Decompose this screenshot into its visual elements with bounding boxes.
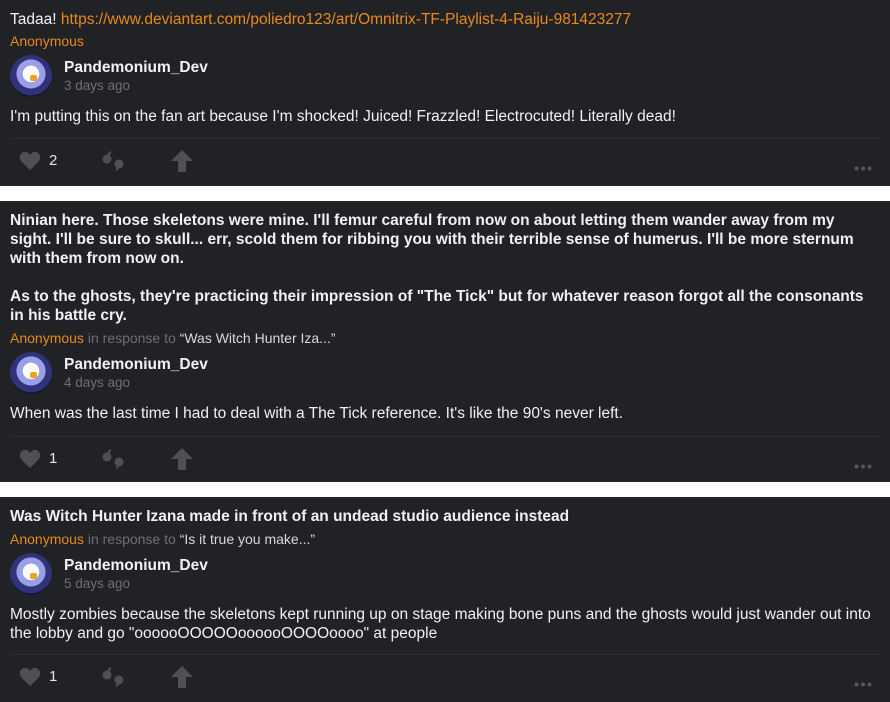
avatar[interactable] <box>10 553 52 595</box>
share-arrow-icon <box>171 665 193 688</box>
more-options-button[interactable] <box>854 674 872 692</box>
timestamp: 4 days ago <box>64 374 131 390</box>
in-response-label: in response to <box>87 531 176 547</box>
more-dots-icon <box>854 464 872 469</box>
asker-line: Anonymous <box>0 32 890 50</box>
question-prefix: Tadaa! <box>10 11 61 28</box>
asker-name: Anonymous <box>10 330 84 346</box>
more-dots-icon <box>854 166 872 171</box>
like-button[interactable]: 2 <box>19 139 57 182</box>
like-count: 2 <box>49 152 58 169</box>
author-name[interactable]: Pandemonium_Dev <box>64 556 208 575</box>
repost-button[interactable] <box>102 437 126 480</box>
repost-button[interactable] <box>102 655 126 698</box>
author-name[interactable]: Pandemonium_Dev <box>64 355 208 374</box>
avatar[interactable] <box>10 352 52 394</box>
answer-text: When was the last time I had to deal wit… <box>10 405 624 422</box>
question-paragraph: As to the ghosts, they're practicing the… <box>10 288 864 324</box>
action-bar: 1 <box>0 655 890 698</box>
repost-button[interactable] <box>102 139 126 182</box>
post-3: Was Witch Hunter Izana made in front of … <box>0 497 890 702</box>
heart-icon <box>19 449 41 468</box>
response-quote-link[interactable]: “Is it true you make...” <box>180 531 315 547</box>
author-block: Pandemonium_Dev 5 days ago <box>0 553 890 595</box>
in-response-label: in response to <box>87 330 176 346</box>
author-name[interactable]: Pandemonium_Dev <box>64 58 208 77</box>
question-paragraph: Ninian here. Those skeletons were mine. … <box>10 212 854 267</box>
asker-line: Anonymous in response to “Was Witch Hunt… <box>0 329 890 347</box>
question-text: Tadaa! https://www.deviantart.com/polied… <box>0 0 890 29</box>
asker-name: Anonymous <box>10 531 84 547</box>
asker-line: Anonymous in response to “Is it true you… <box>0 530 890 548</box>
response-quote-link[interactable]: “Was Witch Hunter Iza...” <box>180 330 336 346</box>
like-button[interactable]: 1 <box>19 437 57 480</box>
more-options-button[interactable] <box>854 456 872 474</box>
like-count: 1 <box>49 668 58 685</box>
question-text: Ninian here. Those skeletons were mine. … <box>0 201 890 325</box>
question-link[interactable]: https://www.deviantart.com/poliedro123/a… <box>61 11 631 28</box>
avatar[interactable] <box>10 55 52 97</box>
quote-icon <box>102 448 124 469</box>
author-block: Pandemonium_Dev 3 days ago <box>0 55 890 97</box>
quote-icon <box>102 666 124 687</box>
like-count: 1 <box>49 450 58 467</box>
action-bar: 2 <box>0 139 890 182</box>
answer-text: I'm putting this on the fan art because … <box>10 108 676 125</box>
share-arrow-icon <box>171 447 193 470</box>
quote-icon <box>102 150 124 171</box>
action-bar: 1 <box>0 437 890 480</box>
question-text: Was Witch Hunter Izana made in front of … <box>10 508 570 525</box>
author-block: Pandemonium_Dev 4 days ago <box>0 352 890 394</box>
more-options-button[interactable] <box>854 158 872 176</box>
timestamp: 5 days ago <box>64 575 131 591</box>
more-dots-icon <box>854 682 872 687</box>
timestamp: 3 days ago <box>64 77 131 93</box>
heart-icon <box>19 667 41 686</box>
post-2: Ninian here. Those skeletons were mine. … <box>0 201 890 482</box>
share-button[interactable] <box>171 437 193 480</box>
heart-icon <box>19 151 41 170</box>
answer-text: Mostly zombies because the skeletons kep… <box>10 606 871 642</box>
share-button[interactable] <box>171 139 193 182</box>
share-arrow-icon <box>171 149 193 172</box>
asker-name: Anonymous <box>10 33 84 49</box>
post-1: Tadaa! https://www.deviantart.com/polied… <box>0 0 890 186</box>
share-button[interactable] <box>171 655 193 698</box>
like-button[interactable]: 1 <box>19 655 57 698</box>
